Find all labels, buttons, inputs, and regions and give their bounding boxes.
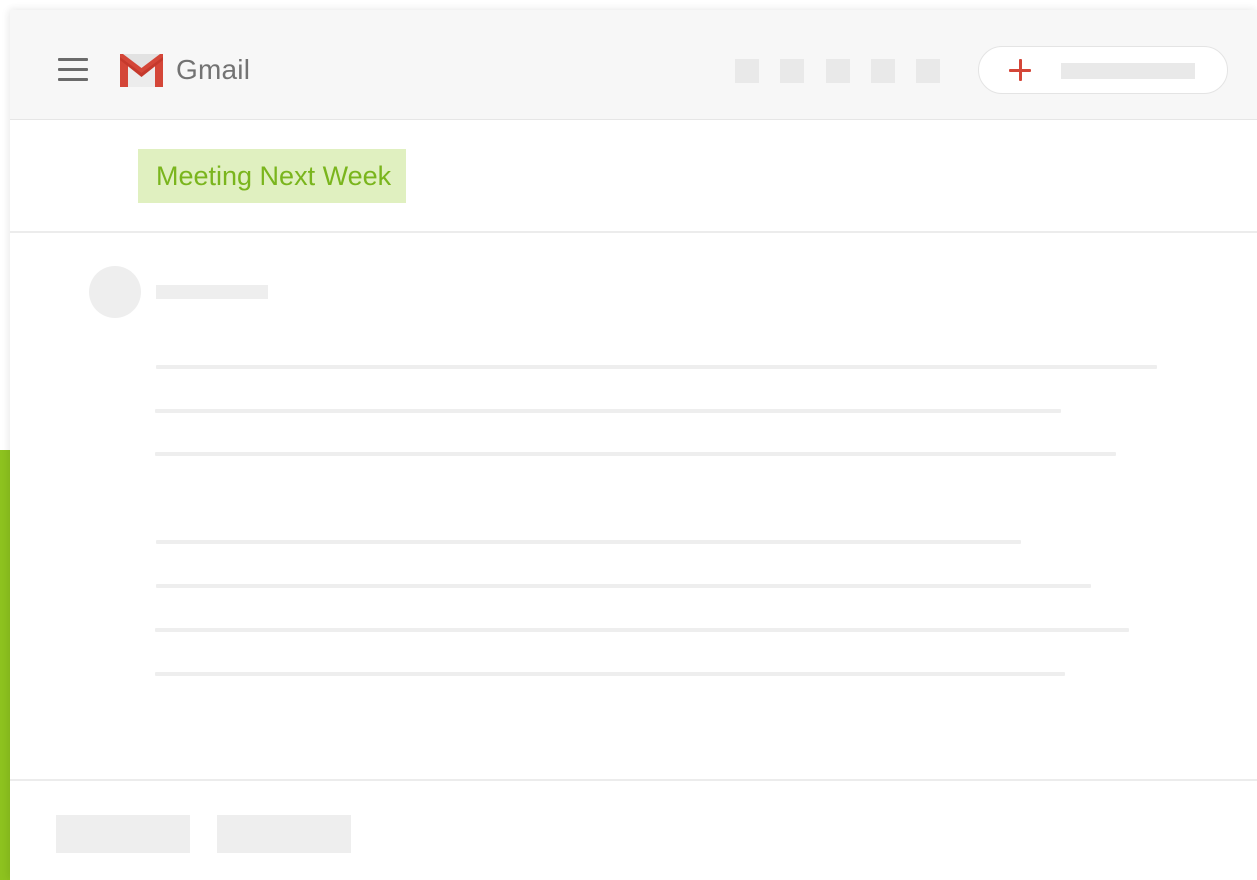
sender-avatar[interactable]	[89, 266, 141, 318]
body-line	[155, 452, 1116, 456]
top-bar: Gmail	[10, 10, 1257, 120]
toolbar-action-5[interactable]	[916, 59, 940, 83]
toolbar-action-3[interactable]	[826, 59, 850, 83]
app-name: Gmail	[176, 54, 251, 85]
toolbar-action-1[interactable]	[735, 59, 759, 83]
message-footer	[10, 779, 1257, 880]
hamburger-menu-icon[interactable]	[58, 57, 88, 83]
compose-label-placeholder	[1061, 63, 1195, 79]
email-subject: Meeting Next Week	[138, 149, 407, 203]
body-line	[155, 628, 1129, 632]
subject-row: Meeting Next Week	[10, 120, 1257, 233]
body-line	[155, 672, 1065, 676]
plus-icon	[1007, 57, 1033, 83]
stage: Gmail Meeting Next Week	[0, 0, 1257, 880]
sender-name-placeholder	[156, 285, 268, 299]
gmail-logo-icon	[120, 54, 163, 87]
body-line	[155, 409, 1061, 413]
forward-button[interactable]	[217, 815, 351, 853]
reply-button[interactable]	[56, 815, 190, 853]
body-line	[156, 584, 1091, 588]
body-line	[156, 540, 1021, 544]
toolbar-action-4[interactable]	[871, 59, 895, 83]
toolbar-action-2[interactable]	[780, 59, 804, 83]
gmail-window: Gmail Meeting Next Week	[10, 10, 1257, 880]
accent-bar	[0, 450, 10, 880]
compose-button[interactable]	[978, 46, 1228, 94]
body-line	[156, 365, 1157, 369]
